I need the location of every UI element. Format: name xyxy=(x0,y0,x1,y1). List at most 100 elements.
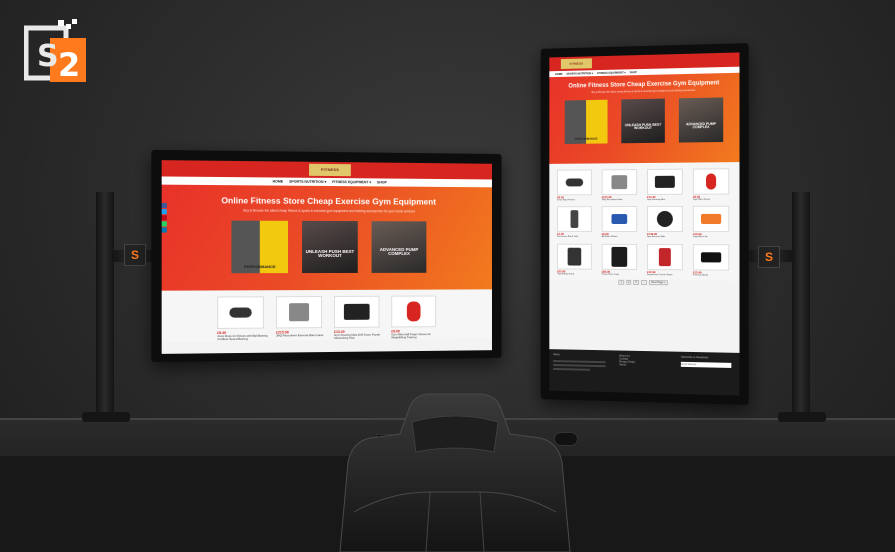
left-nav-home[interactable]: HOME xyxy=(272,179,283,183)
right-promo-performance[interactable]: PERFORMANCE xyxy=(564,99,608,144)
right-product-card[interactable]: £19.99 Yoga Block Set xyxy=(692,206,731,239)
right-hero: FITNESS HOME SPORTS NUTRITION ▾ FITNESS … xyxy=(549,52,740,164)
right-nav-equipment[interactable]: FITNESS EQUIPMENT ▾ xyxy=(597,71,626,75)
left-product-card[interactable]: £13.49 Gym Flooring Mats EVA Foam Puzzle… xyxy=(333,295,383,341)
pinterest-share-icon[interactable] xyxy=(161,215,167,221)
right-monitor-pole xyxy=(792,192,810,420)
right-product-card[interactable]: £35.99 Tripod Ring Stand xyxy=(557,243,594,276)
right-product-card[interactable]: £89.99 Power Rack Cage xyxy=(601,243,639,277)
right-product-card[interactable]: £13.49 Gym Flooring Mats xyxy=(646,168,685,202)
right-promo-row: PERFORMANCE UNLEASH PUSH BEST WORKOUT AD… xyxy=(549,97,739,144)
right-nav-home[interactable]: HOME xyxy=(555,72,563,75)
product-name[interactable]: JMQ Recumbent Exercise Bike Indoor xyxy=(276,333,323,338)
product-name[interactable]: Ab Roller Wheel xyxy=(602,236,617,238)
product-image[interactable] xyxy=(557,206,592,233)
product-name[interactable]: Tripod Ring Stand xyxy=(557,273,574,276)
right-product-card[interactable]: £149.99 Spin Exercise Bike xyxy=(646,206,685,239)
product-image[interactable] xyxy=(692,243,730,271)
left-nav-equipment[interactable]: FITNESS EQUIPMENT ▾ xyxy=(332,180,371,184)
facebook-share-icon[interactable] xyxy=(161,202,167,209)
product-image[interactable] xyxy=(557,169,592,196)
left-monitor-pole xyxy=(96,192,114,420)
product-image[interactable] xyxy=(646,206,683,233)
right-product-card[interactable]: £9.99 Ab Roller Wheel xyxy=(601,206,639,238)
product-name[interactable]: Power Rack Cage xyxy=(602,274,619,277)
left-product-grid: £8.49 Jump Rope for Fitness with Ball Be… xyxy=(161,289,492,342)
left-hero: FITNESS HOME SPORTS NUTRITION ▾ FITNESS … xyxy=(161,160,492,291)
right-promo-workout[interactable]: UNLEASH PUSH BEST WORKOUT xyxy=(621,98,665,144)
svg-text:S: S xyxy=(37,39,59,74)
right-product-card[interactable]: £8.99 Gym Mitts Gloves xyxy=(692,168,731,202)
product-name[interactable]: Gym Flooring Mats xyxy=(647,199,665,201)
linkedin-share-icon[interactable] xyxy=(161,227,167,233)
left-monitor-base xyxy=(82,412,130,422)
product-image[interactable] xyxy=(601,206,638,233)
product-name[interactable]: Spin Exercise Bike xyxy=(647,236,665,238)
right-footer: About About Us Contact Privacy Policy Te… xyxy=(549,349,740,396)
left-product-card[interactable]: £215.98 JMQ Recumbent Exercise Bike Indo… xyxy=(275,296,326,341)
product-image[interactable] xyxy=(601,169,638,196)
left-promo-workout[interactable]: UNLEASH PUSH BEST WORKOUT xyxy=(302,220,358,274)
footer-links: About Us Contact Privacy Policy Terms xyxy=(619,355,667,390)
right-product-card[interactable]: £15.99 Push Up Board xyxy=(692,243,731,277)
left-nav-shop[interactable]: SHOP xyxy=(377,180,387,184)
left-promo-row: PERFORMANCE UNLEASH PUSH BEST WORKOUT AD… xyxy=(162,220,492,274)
right-pagination: 1 2 3 → Next Page » xyxy=(549,279,739,292)
right-product-card[interactable]: £12.99 Suspension Trainer Straps xyxy=(646,243,685,277)
left-product-card[interactable]: £8.49 Jump Rope for Fitness with Ball Be… xyxy=(217,296,268,341)
footer-about: About xyxy=(553,353,606,388)
footer-about-heading: About xyxy=(553,353,560,357)
product-image[interactable] xyxy=(557,243,592,270)
product-name[interactable]: Resistance Band Tube xyxy=(557,236,578,238)
product-image[interactable] xyxy=(275,296,323,329)
product-name[interactable]: Jump Rope Fitness xyxy=(557,199,575,201)
left-monitor: FITNESS HOME SPORTS NUTRITION ▾ FITNESS … xyxy=(151,149,502,363)
page-next-arrow[interactable]: → xyxy=(640,280,648,286)
product-name[interactable]: JMQ Recumbent Bike xyxy=(602,199,623,201)
right-promo-pump[interactable]: ADVANCED PUMP COMPLEX xyxy=(678,97,724,143)
left-promo-pump[interactable]: ADVANCED PUMP COMPLEX xyxy=(371,221,427,273)
newsletter-email-input[interactable] xyxy=(680,361,732,368)
left-site-brand[interactable]: FITNESS xyxy=(309,163,351,177)
right-nav-shop[interactable]: SHOP xyxy=(630,71,637,74)
product-name[interactable]: Gym Flooring Mats EVA Foam Puzzle Interl… xyxy=(334,333,383,341)
twitter-share-icon[interactable] xyxy=(161,209,167,215)
product-image[interactable] xyxy=(391,295,437,328)
product-image[interactable] xyxy=(646,243,683,271)
footer-link[interactable]: Terms xyxy=(619,363,667,367)
next-page-link[interactable]: Next Page » xyxy=(649,280,668,286)
right-product-card[interactable]: £4.99 Resistance Band Tube xyxy=(557,206,594,239)
product-image[interactable] xyxy=(333,295,380,328)
left-promo-performance[interactable]: PERFORMANCE xyxy=(231,220,289,274)
right-nav-nutrition[interactable]: SPORTS NUTRITION ▾ xyxy=(566,72,593,76)
product-name[interactable]: Gym Mitts Half Finger Gloves for Weightl… xyxy=(391,332,440,340)
product-image[interactable] xyxy=(217,296,264,329)
product-name[interactable]: Jump Rope for Fitness with Ball Bearing … xyxy=(217,334,268,342)
product-name[interactable]: Yoga Block Set xyxy=(693,237,708,239)
brand-logo: S 2 xyxy=(23,18,88,84)
right-product-card[interactable]: £8.49 Jump Rope Fitness xyxy=(557,169,594,201)
left-bracket-logo: S xyxy=(124,244,146,266)
product-name[interactable]: Gym Mitts Gloves xyxy=(693,199,710,202)
product-image[interactable] xyxy=(601,243,638,270)
product-name[interactable]: Push Up Board xyxy=(693,274,708,277)
right-site-brand[interactable]: FITNESS xyxy=(560,58,592,70)
left-nav: HOME SPORTS NUTRITION ▾ FITNESS EQUIPMEN… xyxy=(161,176,492,188)
gaming-chair xyxy=(339,393,571,552)
footer-newsletter: Subscribe to Newsletter xyxy=(680,355,735,392)
product-name[interactable]: Suspension Trainer Straps xyxy=(647,274,673,277)
left-screen: FITNESS HOME SPORTS NUTRITION ▾ FITNESS … xyxy=(161,160,492,354)
product-image[interactable] xyxy=(692,206,730,233)
product-image[interactable] xyxy=(646,168,683,195)
left-nav-nutrition[interactable]: SPORTS NUTRITION ▾ xyxy=(289,180,326,184)
right-product-card[interactable]: £215.98 JMQ Recumbent Bike xyxy=(601,169,639,202)
page-2[interactable]: 2 xyxy=(626,280,632,286)
product-image[interactable] xyxy=(692,168,730,195)
right-monitor-base xyxy=(778,412,826,422)
left-product-card[interactable]: £8.99 Gym Mitts Half Finger Gloves for W… xyxy=(391,295,440,339)
right-monitor: FITNESS HOME SPORTS NUTRITION ▾ FITNESS … xyxy=(540,43,749,405)
page-1[interactable]: 1 xyxy=(618,280,625,286)
newsletter-heading: Subscribe to Newsletter xyxy=(680,355,709,360)
whatsapp-share-icon[interactable] xyxy=(161,221,167,227)
page-3[interactable]: 3 xyxy=(633,280,639,286)
